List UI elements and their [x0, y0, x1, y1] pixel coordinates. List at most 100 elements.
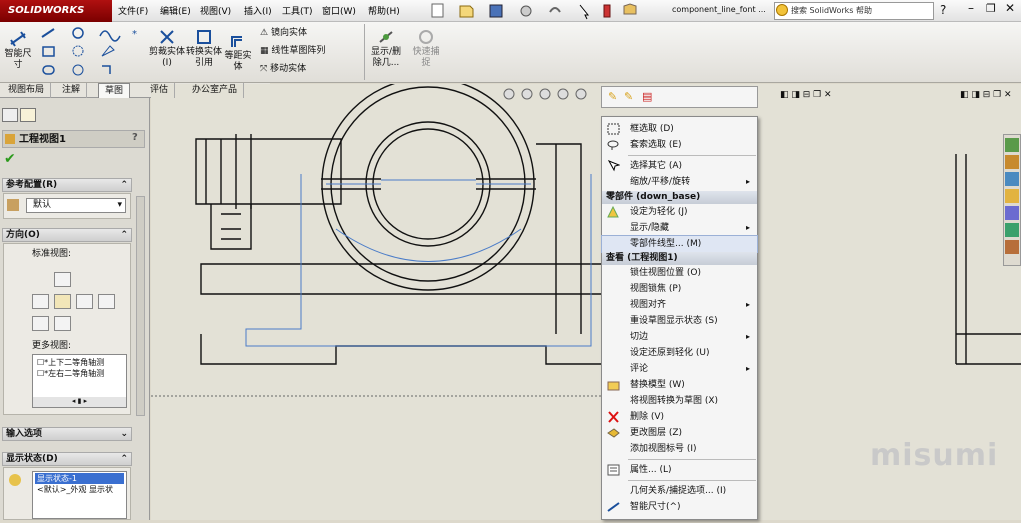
- isometric-view-button[interactable]: [32, 316, 49, 331]
- menu-item[interactable]: 视图锁焦 (P): [602, 281, 757, 297]
- menu-item[interactable]: 切边 ▸: [602, 329, 757, 345]
- view-palette-icon[interactable]: [1005, 206, 1019, 220]
- help-search-input[interactable]: 搜索 SolidWorks 帮助: [774, 2, 934, 20]
- list-item[interactable]: 显示状态-1: [35, 473, 124, 484]
- tab-3[interactable]: 评估: [144, 83, 176, 98]
- menu-item[interactable]: 零部件线型... (M): [601, 235, 758, 253]
- home-icon[interactable]: [1005, 155, 1019, 169]
- menu-item[interactable]: 评论 ▸: [602, 361, 757, 377]
- edit-part-icon[interactable]: ✎: [624, 90, 633, 103]
- display-state-header[interactable]: 显示状态(D) ⌃: [2, 452, 132, 466]
- menu-6[interactable]: 帮助(H): [368, 4, 400, 17]
- front-view-button[interactable]: [54, 294, 71, 309]
- list-item[interactable]: ☐*左右二等角轴测: [33, 368, 126, 379]
- left-view-button[interactable]: [32, 294, 49, 309]
- horizontal-scrollbar[interactable]: ◂ ▮ ▸: [33, 397, 126, 407]
- tab-0[interactable]: 视图布局: [2, 83, 52, 98]
- menu-item[interactable]: 智能尺寸(^): [602, 499, 757, 515]
- menu-4[interactable]: 工具(T): [282, 4, 313, 17]
- sheet-format-icon[interactable]: ▤: [642, 90, 652, 103]
- properties-icon: [607, 464, 620, 476]
- tab-1[interactable]: 注解: [56, 83, 88, 98]
- show-delete-relations-button[interactable]: 显示/删除几...: [368, 28, 404, 69]
- solidworks-logo[interactable]: SOLIDWORKS: [0, 0, 112, 22]
- orientation-header[interactable]: 方向(O) ⌃: [2, 228, 132, 242]
- view-toolbar[interactable]: [503, 88, 587, 100]
- feature-tree-tab-icon[interactable]: [2, 108, 18, 122]
- viewport-controls-right[interactable]: ◧ ◨ ⊟ ❐ ✕: [960, 90, 1012, 100]
- ref-config-header[interactable]: 参考配置(R) ⌃: [2, 178, 132, 192]
- menu-item[interactable]: 视图对齐 ▸: [602, 297, 757, 313]
- submenu-arrow-icon: ▸: [745, 332, 750, 341]
- menu-item[interactable]: 套索选取 (E): [602, 137, 757, 153]
- menu-item[interactable]: 更改图层 (Z): [602, 425, 757, 441]
- quick-snaps-button[interactable]: 快速捕捉: [410, 28, 442, 69]
- menu-item[interactable]: 属性... (L): [602, 462, 757, 478]
- trim-entities-button[interactable]: 剪裁实体(I): [148, 28, 186, 69]
- menu-item[interactable]: 缩放/平移/旋转 ▸: [602, 174, 757, 190]
- menu-item[interactable]: 将视图转换为草图 (X): [602, 393, 757, 409]
- menu-item[interactable]: 重设草图显示状态 (S): [602, 313, 757, 329]
- restore-icon[interactable]: ❐: [986, 2, 996, 15]
- top-view-button[interactable]: [54, 272, 71, 287]
- linear-pattern-button[interactable]: ▦ 线性草图阵列: [260, 45, 325, 57]
- tab-4[interactable]: 办公室产品: [186, 83, 245, 98]
- import-options-header[interactable]: 输入选项 ⌄: [2, 427, 132, 441]
- convert-entities-button[interactable]: 转换实体引用: [186, 28, 222, 69]
- linear-pattern-icon: ▦: [260, 46, 272, 56]
- appearances-icon[interactable]: [1005, 223, 1019, 237]
- panel-help-icon[interactable]: ?: [132, 132, 138, 143]
- menu-item[interactable]: 显示/隐藏 ▸: [602, 220, 757, 236]
- bottom-view-button[interactable]: [54, 316, 71, 331]
- menu-item[interactable]: 设定为轻化 (J): [602, 204, 757, 220]
- menu-3[interactable]: 插入(I): [244, 4, 272, 17]
- menu-item[interactable]: 设定还原到轻化 (U): [602, 345, 757, 361]
- import-options-label: 输入选项: [6, 429, 43, 439]
- move-icon: ⤧: [260, 64, 271, 74]
- menu-5[interactable]: 窗口(W): [322, 4, 356, 17]
- right-view-button[interactable]: [76, 294, 93, 309]
- help-icon[interactable]: ?: [940, 3, 946, 17]
- smart-dimension-button[interactable]: 智能尺寸: [2, 30, 34, 71]
- resources-icon[interactable]: [1005, 138, 1019, 152]
- config-select[interactable]: 默认 ▾: [26, 198, 126, 213]
- menu-0[interactable]: 文件(F): [118, 4, 148, 17]
- minimize-icon[interactable]: –: [968, 1, 974, 15]
- menu-item[interactable]: 几何关系/捕捉选项... (I): [602, 483, 757, 499]
- menu-2[interactable]: 视图(V): [200, 4, 231, 17]
- menu-item-label: 锁住视图位置 (O): [630, 268, 701, 278]
- task-pane-tabs[interactable]: [1003, 134, 1021, 266]
- menu-item[interactable]: 框选取 (D): [602, 121, 757, 137]
- menu-1[interactable]: 编辑(E): [160, 4, 191, 17]
- menu-item[interactable]: 删除 (V): [602, 409, 757, 425]
- list-item[interactable]: <默认>_外观 显示状: [33, 484, 126, 495]
- document-title: component_line_font ...: [672, 5, 766, 14]
- sketch-tools-group: *: [40, 26, 145, 78]
- rebuild-icon[interactable]: ✎: [608, 90, 617, 103]
- trim-icon: [160, 30, 174, 44]
- menu-item[interactable]: 选择其它 (A): [602, 158, 757, 174]
- back-view-button[interactable]: [98, 294, 115, 309]
- close-icon[interactable]: ✕: [1005, 1, 1015, 15]
- move-entities-button[interactable]: ⤧ 移动实体: [260, 63, 306, 75]
- design-library-icon[interactable]: [1005, 172, 1019, 186]
- custom-properties-icon[interactable]: [1005, 240, 1019, 254]
- file-explorer-icon[interactable]: [1005, 189, 1019, 203]
- mirror-entities-button[interactable]: ⚠ 镜向实体: [260, 27, 307, 39]
- menu-separator: [628, 480, 756, 481]
- more-views-label: 更多视图:: [32, 341, 72, 351]
- more-views-list[interactable]: ☐*上下二等角轴测 ☐*左右二等角轴测 ◂ ▮ ▸: [32, 354, 127, 408]
- display-state-list[interactable]: 显示状态-1 <默认>_外观 显示状: [32, 471, 127, 519]
- menu-item[interactable]: 添加视图标号 (I): [602, 441, 757, 457]
- property-manager-tab-icon[interactable]: [20, 108, 36, 122]
- menu-item[interactable]: 锁住视图位置 (O): [602, 265, 757, 281]
- smart-dimension-icon: [10, 31, 26, 47]
- list-item[interactable]: ☐*上下二等角轴测: [33, 355, 126, 368]
- config-icon: [7, 199, 19, 211]
- tab-2[interactable]: 草图: [98, 83, 131, 98]
- ok-check-icon[interactable]: ✔: [4, 151, 16, 167]
- menu-item[interactable]: 替换模型 (W): [602, 377, 757, 393]
- offset-entities-button[interactable]: 等距实体: [222, 32, 254, 73]
- panel-scrollbar[interactable]: [136, 196, 145, 416]
- viewport-controls[interactable]: ◧ ◨ ⊟ ❐ ✕: [780, 90, 832, 100]
